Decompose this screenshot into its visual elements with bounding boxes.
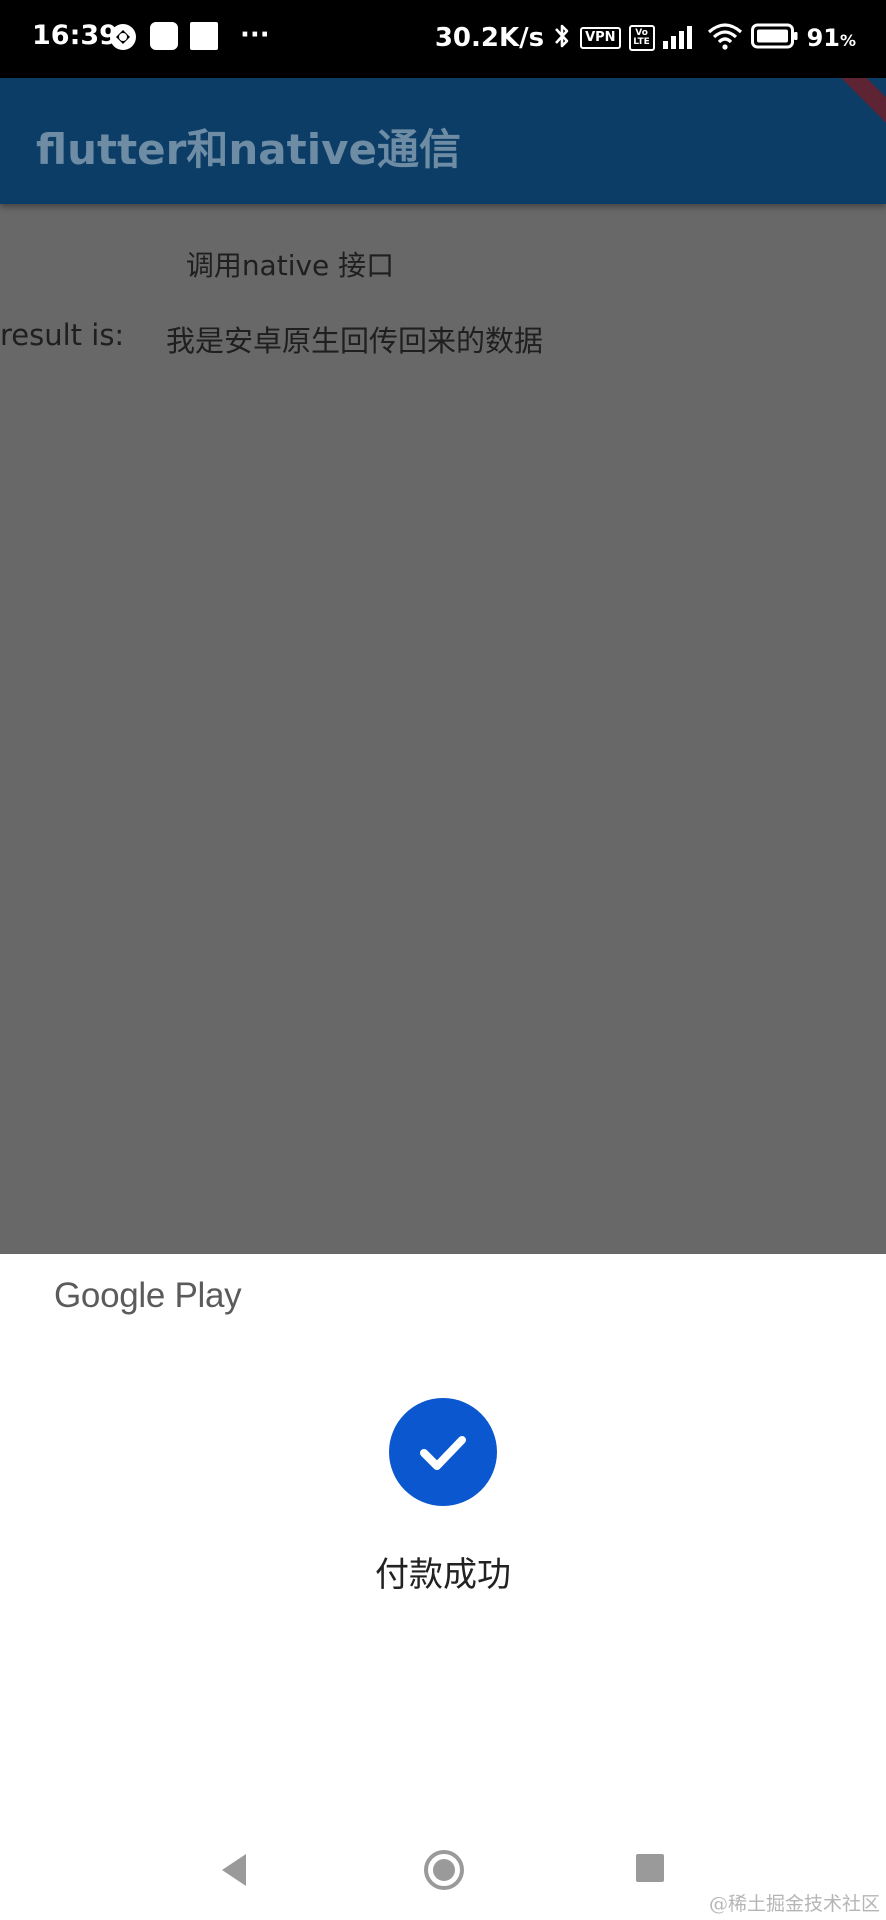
debug-banner: [826, 78, 886, 138]
battery-icon: [750, 23, 799, 53]
result-label: result is:: [0, 318, 125, 352]
battery-level: 91%: [807, 24, 856, 52]
volte-badge: Vo LTE: [628, 25, 655, 51]
page-title: flutter和native通信: [36, 125, 461, 174]
back-icon[interactable]: [216, 1850, 252, 1890]
battery-percent: 91: [806, 24, 840, 52]
network-speed: 30.2K/s: [434, 23, 545, 53]
status-time: 16:39: [32, 20, 118, 51]
result-row: result is: 我是安卓原生回传回来的数据: [0, 318, 886, 362]
google-play-logo: Google Play: [54, 1276, 242, 1315]
notification-app-icon-2: [190, 22, 218, 50]
success-check-icon: [389, 1398, 497, 1506]
recent-apps-icon[interactable]: [636, 1854, 664, 1882]
home-icon[interactable]: [422, 1848, 466, 1892]
bluetooth-icon: [552, 21, 572, 55]
vpn-badge: VPN: [580, 27, 621, 49]
wifi-icon: [707, 22, 743, 54]
app-bar: flutter和native通信: [0, 78, 886, 204]
battery-unit: %: [839, 31, 856, 50]
payment-success-text: 付款成功: [375, 1555, 511, 1595]
call-native-button[interactable]: 调用native 接口: [150, 240, 430, 288]
watermark: @稀土掘金技术社区: [708, 1893, 880, 1915]
result-value: 我是安卓原生回传回来的数据: [166, 324, 544, 358]
sync-icon: [108, 22, 138, 56]
status-indicators: 30.2K/s VPN Vo LTE 91%: [435, 18, 856, 58]
more-notifications-icon: ···: [240, 20, 270, 50]
signal-icon: [662, 23, 699, 53]
notification-app-icon: [150, 22, 178, 50]
status-bar: 16:39 ··· 30.2K/s VPN Vo LTE 91%: [0, 0, 886, 78]
